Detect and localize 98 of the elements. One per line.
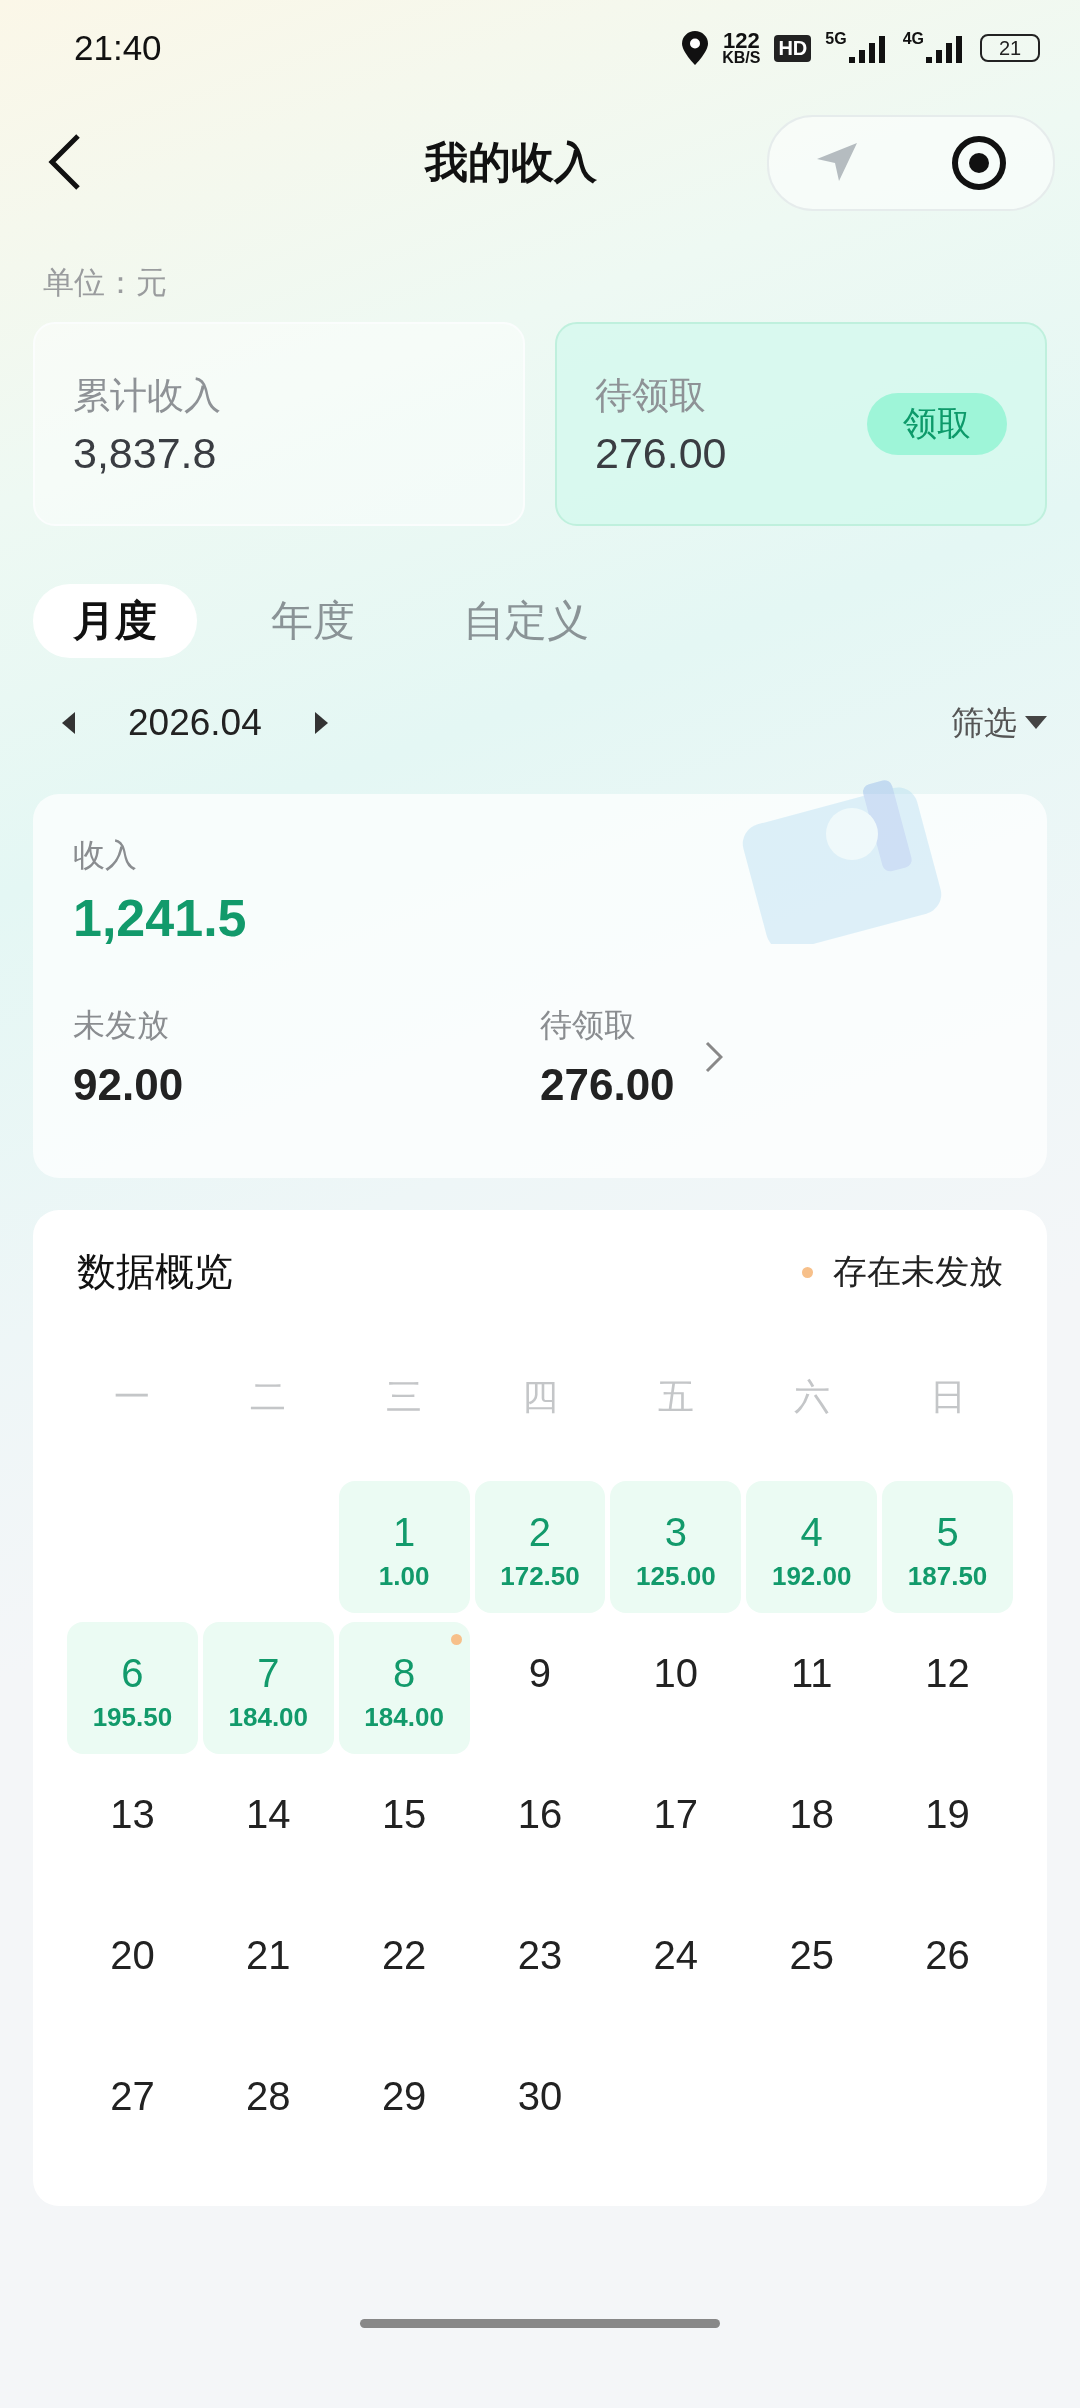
day-amount: 172.50	[500, 1561, 580, 1592]
day-cell[interactable]: 30	[474, 2045, 606, 2177]
day-amount: 187.50	[907, 1561, 988, 1592]
day-cell[interactable]: 9	[474, 1622, 606, 1754]
day-number: 18	[789, 1791, 834, 1837]
day-number: 16	[517, 1791, 563, 1837]
day-number: 12	[925, 1650, 970, 1696]
stat-label: 未发放	[73, 1006, 170, 1045]
day-number: 17	[653, 1791, 699, 1837]
stat-label: 待领取	[540, 1006, 637, 1045]
day-number: 15	[381, 1791, 427, 1837]
income-label: 收入	[73, 836, 138, 875]
day-number: 19	[925, 1791, 970, 1837]
day-number: 3	[664, 1509, 687, 1555]
legend-label: 存在未发放	[833, 1251, 1003, 1292]
day-number: 28	[246, 2073, 291, 2119]
weekday-label: 三	[385, 1375, 424, 1419]
day-cell[interactable]: 23	[474, 1904, 606, 2036]
day-cell[interactable]: 20	[67, 1904, 198, 2036]
day-number: 25	[789, 1932, 834, 1978]
card-label: 待领取	[595, 373, 707, 418]
caret-down-icon	[1025, 716, 1047, 730]
weekday-label: 日	[928, 1375, 967, 1419]
day-number: 4	[800, 1509, 823, 1555]
weekday-label: 五	[656, 1375, 695, 1419]
weekday-label: 六	[792, 1375, 831, 1419]
weekday-label: 二	[249, 1375, 288, 1419]
day-number: 11	[790, 1650, 833, 1696]
day-number: 22	[381, 1932, 427, 1978]
day-number: 26	[925, 1932, 970, 1978]
day-cell[interactable]: 25	[746, 1904, 878, 2036]
day-cell[interactable]: 11	[746, 1622, 878, 1754]
day-number: 24	[653, 1932, 699, 1978]
day-number: 14	[246, 1791, 291, 1837]
day-amount: 195.50	[92, 1702, 173, 1733]
day-number: 10	[653, 1650, 699, 1696]
card-value: 276.00	[595, 428, 728, 478]
day-cell[interactable]: 10	[610, 1622, 742, 1754]
day-cell[interactable]: 21	[202, 1904, 334, 2036]
overview-title: 数据概览	[77, 1249, 234, 1295]
day-number: 27	[110, 2073, 155, 2119]
network-speed: 122	[722, 30, 760, 51]
day-number: 5	[936, 1509, 959, 1555]
day-cell[interactable]: 29	[338, 2045, 470, 2177]
day-cell[interactable]: 16	[474, 1763, 606, 1895]
unit-label: 单位：元	[43, 264, 168, 302]
chevron-right-icon[interactable]	[704, 1041, 723, 1073]
weekday-label: 四	[521, 1375, 559, 1419]
day-number: 1	[393, 1509, 416, 1555]
day-cell[interactable]: 14	[202, 1763, 334, 1895]
day-number: 30	[517, 2073, 563, 2119]
day-number: 2	[528, 1509, 552, 1555]
filter-button[interactable]: 筛选	[951, 700, 1047, 746]
day-number: 6	[121, 1650, 144, 1696]
day-number: 13	[110, 1791, 155, 1837]
legend-dot	[802, 1266, 813, 1278]
day-number: 8	[393, 1650, 416, 1696]
day-number: 29	[381, 2073, 427, 2119]
day-amount: 184.00	[228, 1702, 309, 1733]
day-number: 23	[517, 1932, 563, 1978]
month-label: 2026.04	[128, 702, 262, 744]
day-number: 21	[246, 1932, 291, 1978]
day-amount: 1.00	[378, 1561, 430, 1592]
page-title: 我的收入	[423, 137, 598, 188]
day-cell[interactable]: 15	[338, 1763, 470, 1895]
day-number: 20	[110, 1932, 155, 1978]
stat-value: 276.00	[540, 1060, 675, 1110]
location-icon	[682, 31, 709, 65]
previous-icon[interactable]	[62, 712, 76, 734]
period-tab[interactable]: 月度	[33, 584, 197, 658]
day-number: 7	[257, 1650, 280, 1696]
day-cell[interactable]: 26	[882, 1904, 1013, 2036]
day-cell[interactable]: 28	[202, 2045, 334, 2177]
weekday-label: 一	[113, 1375, 152, 1419]
network-label: 4G	[902, 30, 924, 48]
status-time: 21:40	[74, 28, 163, 68]
day-cell[interactable]: 27	[67, 2045, 198, 2177]
day-number: 9	[528, 1650, 552, 1696]
day-amount: 192.00	[771, 1561, 852, 1592]
battery-indicator: 21	[980, 34, 1040, 62]
network-label: 5G	[825, 30, 847, 48]
day-amount: 184.00	[364, 1702, 444, 1733]
day-cell[interactable]: 22	[338, 1904, 470, 2036]
card-label: 累计收入	[73, 373, 222, 418]
speed-unit: KB/S	[722, 50, 761, 66]
hd-badge: HD	[774, 34, 812, 62]
income-value: 1,241.5	[73, 888, 248, 948]
target-icon[interactable]	[951, 135, 1007, 191]
day-cell[interactable]: 13	[67, 1763, 198, 1895]
day-cell[interactable]: 12	[882, 1622, 1013, 1754]
card-value: 3,837.8	[73, 428, 218, 478]
day-amount: 125.00	[636, 1561, 716, 1592]
stat-value: 92.00	[73, 1060, 184, 1110]
day-cell[interactable]: 17	[610, 1763, 742, 1895]
next-icon[interactable]	[313, 712, 328, 734]
day-cell[interactable]: 19	[882, 1763, 1013, 1895]
day-cell[interactable]: 24	[610, 1904, 742, 2036]
day-cell[interactable]: 18	[746, 1763, 878, 1895]
